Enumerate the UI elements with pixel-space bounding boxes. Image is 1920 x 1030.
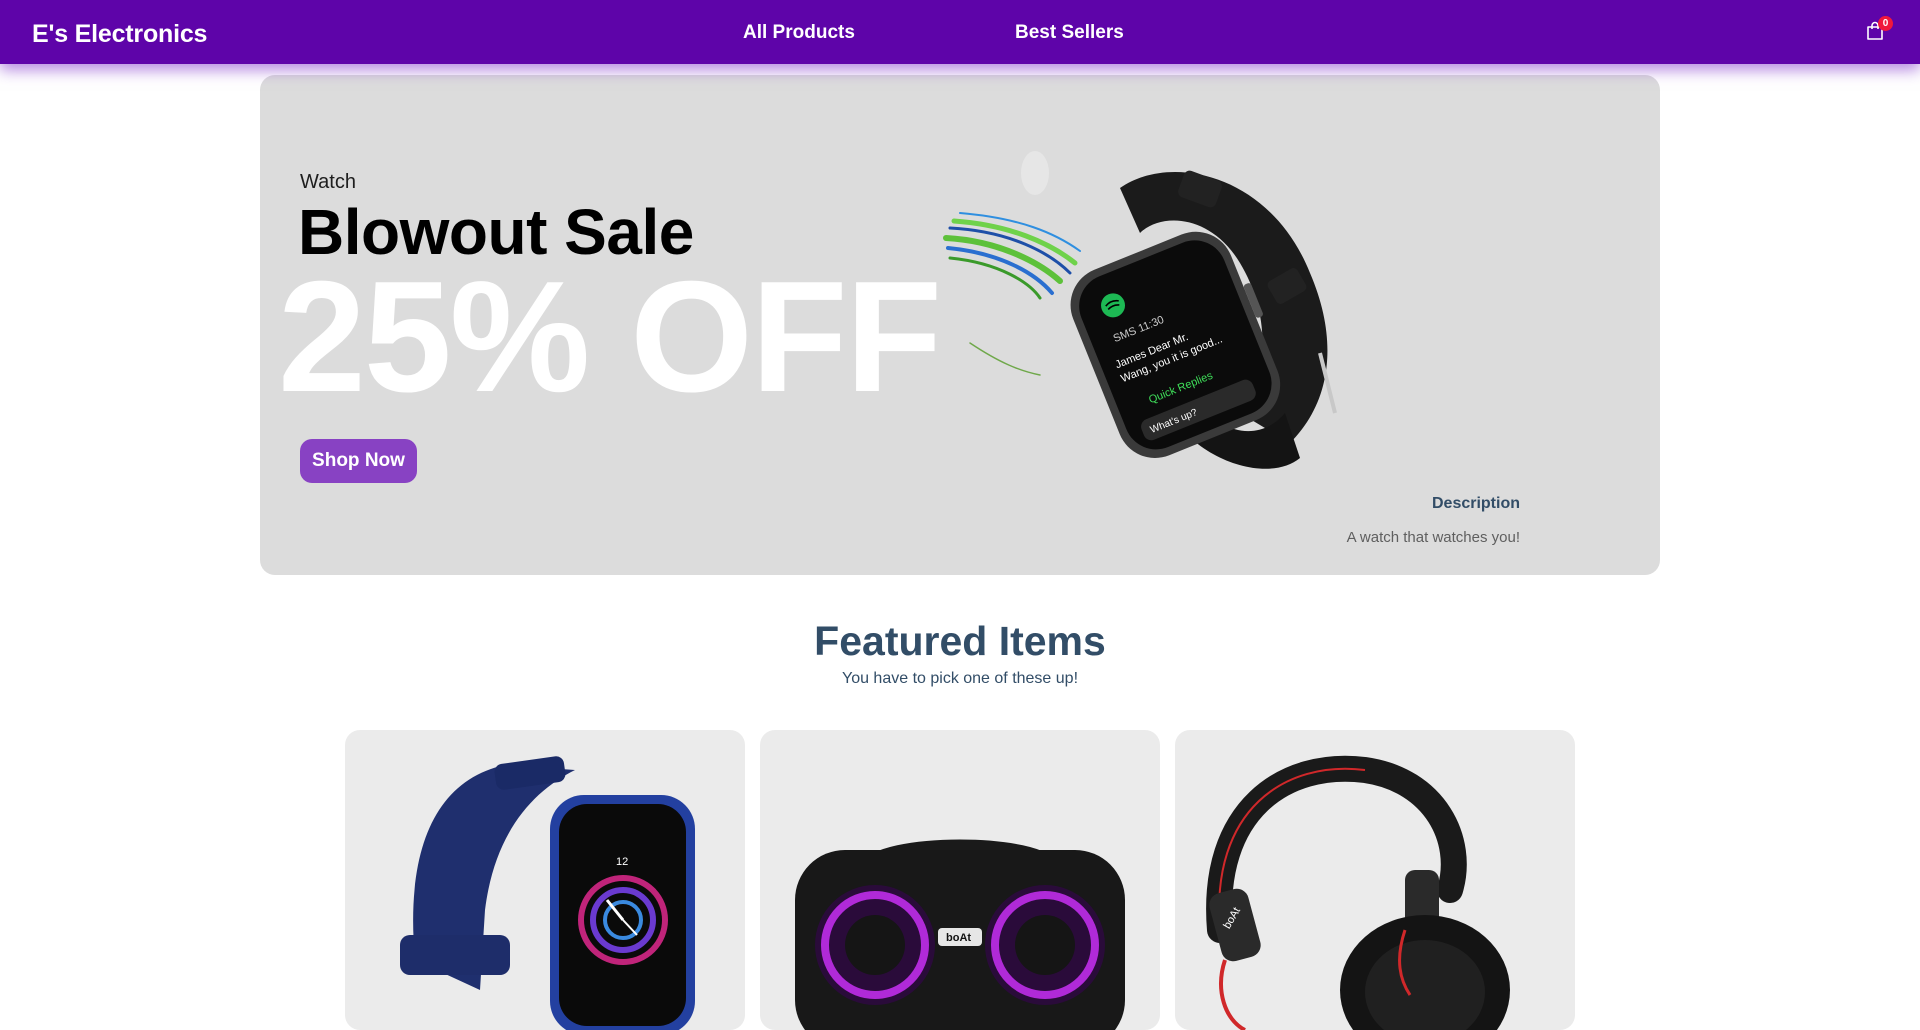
nav-link-all-products[interactable]: All Products <box>743 0 855 64</box>
navbar: E's Electronics All Products Best Seller… <box>0 0 1920 64</box>
description-text: A watch that watches you! <box>1346 529 1520 546</box>
brand-logo[interactable]: E's Electronics <box>32 0 207 64</box>
hero-discount-text: 25% OFF <box>278 249 942 425</box>
nav-link-best-sellers[interactable]: Best Sellers <box>1015 0 1124 64</box>
hero-category-label: Watch <box>300 171 356 193</box>
product-card-speaker[interactable]: boAt <box>760 730 1160 1030</box>
featured-title: Featured Items <box>814 618 1106 664</box>
headphones-image: boAt <box>1206 755 1510 1030</box>
featured-subtitle: You have to pick one of these up! <box>841 670 1079 687</box>
cart-count-badge: 0 <box>1878 16 1893 31</box>
description-title: Description <box>1431 495 1520 512</box>
speaker-image: boAt <box>795 839 1125 1030</box>
watch-dial-label: 12 <box>616 856 628 868</box>
speaker-brand-mark: boAt <box>946 932 971 944</box>
product-card-smartwatch[interactable]: 12 <box>345 730 745 1030</box>
product-card-headphones[interactable]: boAt <box>1175 730 1575 1030</box>
cart-button[interactable]: 0 <box>1862 16 1893 46</box>
hero-smartwatch-image: SMS 11:30 James Dear Mr. Wang, you it is… <box>943 151 1337 469</box>
hero-banner: Watch Blowout Sale 25% OFF Shop Now SMS … <box>260 75 1660 575</box>
shop-now-button[interactable]: Shop Now <box>300 439 417 483</box>
smartwatch-blue-image: 12 <box>400 756 695 1030</box>
